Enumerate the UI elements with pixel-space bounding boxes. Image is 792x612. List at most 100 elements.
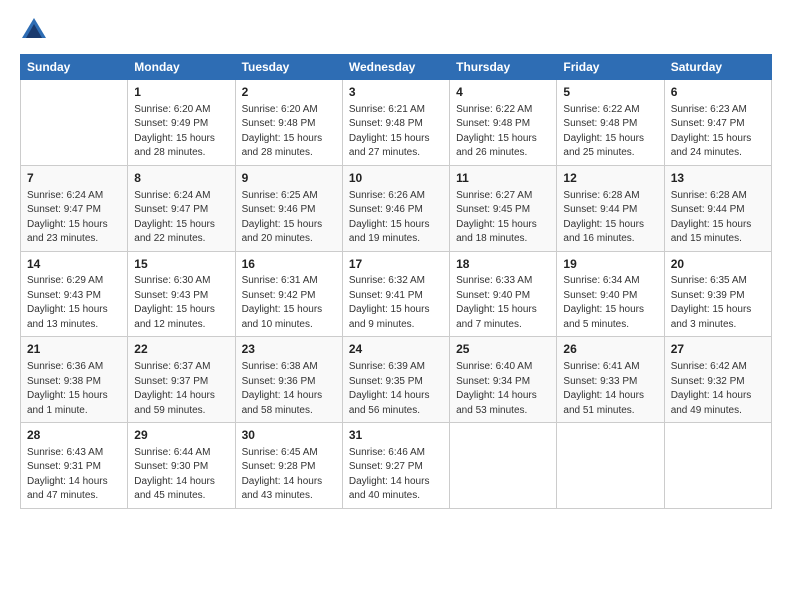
day-number: 17 [349,256,443,273]
day-info: Sunrise: 6:20 AM Sunset: 9:49 PM Dayligh… [134,103,228,161]
day-number: 27 [671,341,765,358]
day-info: Sunrise: 6:24 AM Sunset: 9:47 PM Dayligh… [27,189,121,247]
calendar-cell: 21 Sunrise: 6:36 AM Sunset: 9:38 PM Dayli… [21,337,128,423]
day-number: 14 [27,256,121,273]
day-info: Sunrise: 6:44 AM Sunset: 9:30 PM Dayligh… [134,446,228,504]
day-number: 28 [27,427,121,444]
day-info: Sunrise: 6:45 AM Sunset: 9:28 PM Dayligh… [242,446,336,504]
day-info: Sunrise: 6:33 AM Sunset: 9:40 PM Dayligh… [456,274,550,332]
day-info: Sunrise: 6:30 AM Sunset: 9:43 PM Dayligh… [134,274,228,332]
week-row-3: 14Sunrise: 6:29 AM Sunset: 9:43 PM Dayli… [21,251,772,337]
day-number: 25 [456,341,550,358]
day-info: Sunrise: 6:36 AM Sunset: 9:38 PM Dayligh… [27,360,121,418]
day-info: Sunrise: 6:24 AM Sunset: 9:47 PM Dayligh… [134,189,228,247]
calendar-cell: 2 Sunrise: 6:20 AM Sunset: 9:48 PM Daylig… [235,80,342,166]
calendar-cell: 25 Sunrise: 6:40 AM Sunset: 9:34 PM Dayli… [450,337,557,423]
calendar-cell: 14Sunrise: 6:29 AM Sunset: 9:43 PM Dayli… [21,251,128,337]
day-number: 29 [134,427,228,444]
calendar-cell: 24 Sunrise: 6:39 AM Sunset: 9:35 PM Dayli… [342,337,449,423]
day-number: 4 [456,84,550,101]
calendar-cell: 26 Sunrise: 6:41 AM Sunset: 9:33 PM Dayli… [557,337,664,423]
calendar-cell: 19Sunrise: 6:34 AM Sunset: 9:40 PM Dayli… [557,251,664,337]
day-info: Sunrise: 6:43 AM Sunset: 9:31 PM Dayligh… [27,446,121,504]
calendar-cell: 4 Sunrise: 6:22 AM Sunset: 9:48 PM Daylig… [450,80,557,166]
day-info: Sunrise: 6:42 AM Sunset: 9:32 PM Dayligh… [671,360,765,418]
day-info: Sunrise: 6:28 AM Sunset: 9:44 PM Dayligh… [671,189,765,247]
day-number: 23 [242,341,336,358]
day-info: Sunrise: 6:39 AM Sunset: 9:35 PM Dayligh… [349,360,443,418]
day-number: 1 [134,84,228,101]
day-info: Sunrise: 6:27 AM Sunset: 9:45 PM Dayligh… [456,189,550,247]
day-number: 7 [27,170,121,187]
day-number: 19 [563,256,657,273]
calendar-cell: 11 Sunrise: 6:27 AM Sunset: 9:45 PM Dayli… [450,165,557,251]
header-cell-thursday: Thursday [450,55,557,80]
day-number: 15 [134,256,228,273]
calendar-cell: 18Sunrise: 6:33 AM Sunset: 9:40 PM Dayli… [450,251,557,337]
day-info: Sunrise: 6:29 AM Sunset: 9:43 PM Dayligh… [27,274,121,332]
day-info: Sunrise: 6:40 AM Sunset: 9:34 PM Dayligh… [456,360,550,418]
day-number: 22 [134,341,228,358]
calendar-cell: 28 Sunrise: 6:43 AM Sunset: 9:31 PM Dayli… [21,423,128,509]
calendar-cell: 6 Sunrise: 6:23 AM Sunset: 9:47 PM Daylig… [664,80,771,166]
day-number: 3 [349,84,443,101]
day-number: 6 [671,84,765,101]
calendar-cell: 3 Sunrise: 6:21 AM Sunset: 9:48 PM Daylig… [342,80,449,166]
day-number: 11 [456,170,550,187]
header-cell-sunday: Sunday [21,55,128,80]
day-info: Sunrise: 6:22 AM Sunset: 9:48 PM Dayligh… [456,103,550,161]
calendar-cell: 17Sunrise: 6:32 AM Sunset: 9:41 PM Dayli… [342,251,449,337]
week-row-5: 28 Sunrise: 6:43 AM Sunset: 9:31 PM Dayli… [21,423,772,509]
day-info: Sunrise: 6:31 AM Sunset: 9:42 PM Dayligh… [242,274,336,332]
logo-icon [20,16,48,44]
calendar-cell: 9Sunrise: 6:25 AM Sunset: 9:46 PM Daylig… [235,165,342,251]
day-number: 16 [242,256,336,273]
day-number: 26 [563,341,657,358]
day-number: 9 [242,170,336,187]
calendar-cell: 5 Sunrise: 6:22 AM Sunset: 9:48 PM Daylig… [557,80,664,166]
page: SundayMondayTuesdayWednesdayThursdayFrid… [0,0,792,612]
day-number: 10 [349,170,443,187]
day-number: 24 [349,341,443,358]
day-number: 18 [456,256,550,273]
header-cell-saturday: Saturday [664,55,771,80]
day-number: 8 [134,170,228,187]
calendar-cell: 31 Sunrise: 6:46 AM Sunset: 9:27 PM Dayli… [342,423,449,509]
calendar-cell: 13 Sunrise: 6:28 AM Sunset: 9:44 PM Dayli… [664,165,771,251]
header-cell-monday: Monday [128,55,235,80]
day-info: Sunrise: 6:26 AM Sunset: 9:46 PM Dayligh… [349,189,443,247]
day-number: 30 [242,427,336,444]
day-number: 21 [27,341,121,358]
day-info: Sunrise: 6:41 AM Sunset: 9:33 PM Dayligh… [563,360,657,418]
day-number: 20 [671,256,765,273]
calendar-cell: 15Sunrise: 6:30 AM Sunset: 9:43 PM Dayli… [128,251,235,337]
calendar-cell [557,423,664,509]
day-info: Sunrise: 6:20 AM Sunset: 9:48 PM Dayligh… [242,103,336,161]
day-info: Sunrise: 6:22 AM Sunset: 9:48 PM Dayligh… [563,103,657,161]
day-info: Sunrise: 6:37 AM Sunset: 9:37 PM Dayligh… [134,360,228,418]
calendar-cell: 30 Sunrise: 6:45 AM Sunset: 9:28 PM Dayli… [235,423,342,509]
day-info: Sunrise: 6:35 AM Sunset: 9:39 PM Dayligh… [671,274,765,332]
day-info: Sunrise: 6:32 AM Sunset: 9:41 PM Dayligh… [349,274,443,332]
calendar-cell: 22 Sunrise: 6:37 AM Sunset: 9:37 PM Dayli… [128,337,235,423]
calendar-cell: 20Sunrise: 6:35 AM Sunset: 9:39 PM Dayli… [664,251,771,337]
day-info: Sunrise: 6:21 AM Sunset: 9:48 PM Dayligh… [349,103,443,161]
calendar-cell [450,423,557,509]
calendar-cell: 8 Sunrise: 6:24 AM Sunset: 9:47 PM Daylig… [128,165,235,251]
calendar-cell: 27 Sunrise: 6:42 AM Sunset: 9:32 PM Dayli… [664,337,771,423]
header-cell-wednesday: Wednesday [342,55,449,80]
day-number: 2 [242,84,336,101]
calendar-cell: 16Sunrise: 6:31 AM Sunset: 9:42 PM Dayli… [235,251,342,337]
day-number: 5 [563,84,657,101]
day-number: 12 [563,170,657,187]
calendar-cell: 12Sunrise: 6:28 AM Sunset: 9:44 PM Dayli… [557,165,664,251]
header-cell-friday: Friday [557,55,664,80]
day-number: 13 [671,170,765,187]
logo [20,16,52,44]
day-info: Sunrise: 6:23 AM Sunset: 9:47 PM Dayligh… [671,103,765,161]
day-info: Sunrise: 6:46 AM Sunset: 9:27 PM Dayligh… [349,446,443,504]
day-info: Sunrise: 6:34 AM Sunset: 9:40 PM Dayligh… [563,274,657,332]
day-number: 31 [349,427,443,444]
calendar-cell: 23Sunrise: 6:38 AM Sunset: 9:36 PM Dayli… [235,337,342,423]
header-cell-tuesday: Tuesday [235,55,342,80]
